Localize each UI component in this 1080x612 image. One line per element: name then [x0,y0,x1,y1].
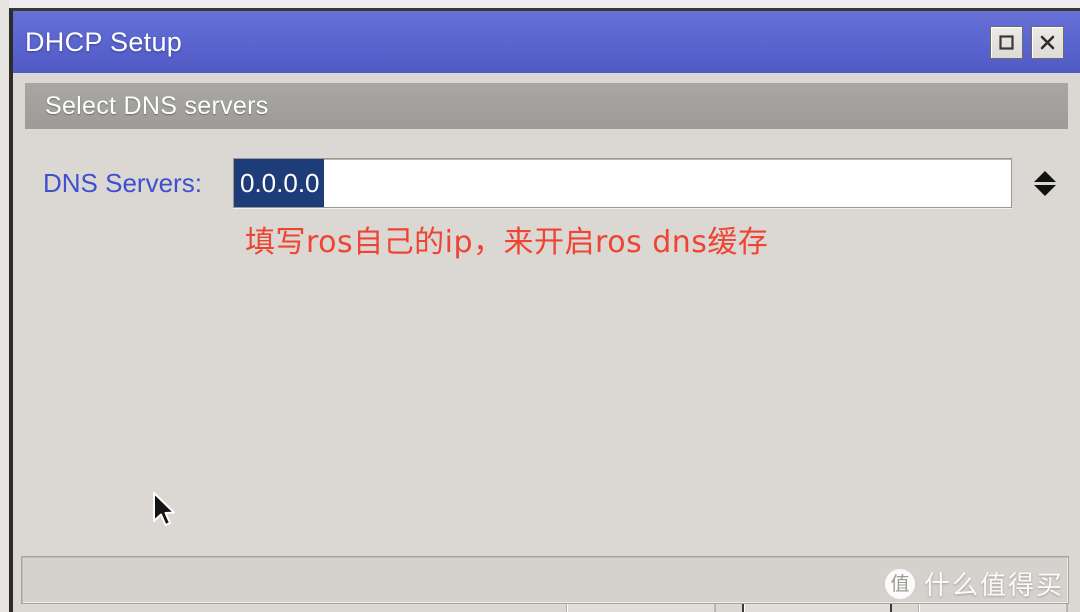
watermark: 值 什么值得买 [884,565,1064,602]
screenshot-canvas: DHCP Setup Select DNS servers DNS Server… [0,0,1080,612]
triangle-up-icon[interactable] [1034,170,1056,182]
dns-servers-value: 0.0.0.0 [234,159,324,207]
maximize-icon [998,34,1015,51]
capture-edge-left [0,0,9,612]
window-controls [990,25,1070,59]
section-header: Select DNS servers [25,83,1068,129]
capture-edge-top [0,0,1080,8]
dns-servers-input[interactable]: 0.0.0.0 [233,158,1012,208]
watermark-logo-icon: 值 [884,568,915,599]
dns-servers-field-row: DNS Servers: 0.0.0.0 [25,157,1066,209]
triangle-down-icon[interactable] [1034,184,1056,196]
annotation-text: 填写ros自己的ip，来开启ros dns缓存 [245,225,769,260]
watermark-text: 什么值得买 [923,571,1064,601]
maximize-button[interactable] [990,25,1023,59]
dialog-body: DNS Servers: 0.0.0.0 填写ros自己的ip，来开启ros d… [13,129,1080,612]
dns-servers-label: DNS Servers: [43,167,202,198]
window-titlebar: DHCP Setup [13,11,1080,73]
close-icon [1039,34,1056,51]
dhcp-setup-window: DHCP Setup Select DNS servers DNS Server… [9,8,1080,612]
dns-servers-stepper[interactable] [1024,158,1066,208]
close-button[interactable] [1031,25,1064,59]
section-header-title: Select DNS servers [45,91,269,120]
window-title: DHCP Setup [25,26,183,57]
